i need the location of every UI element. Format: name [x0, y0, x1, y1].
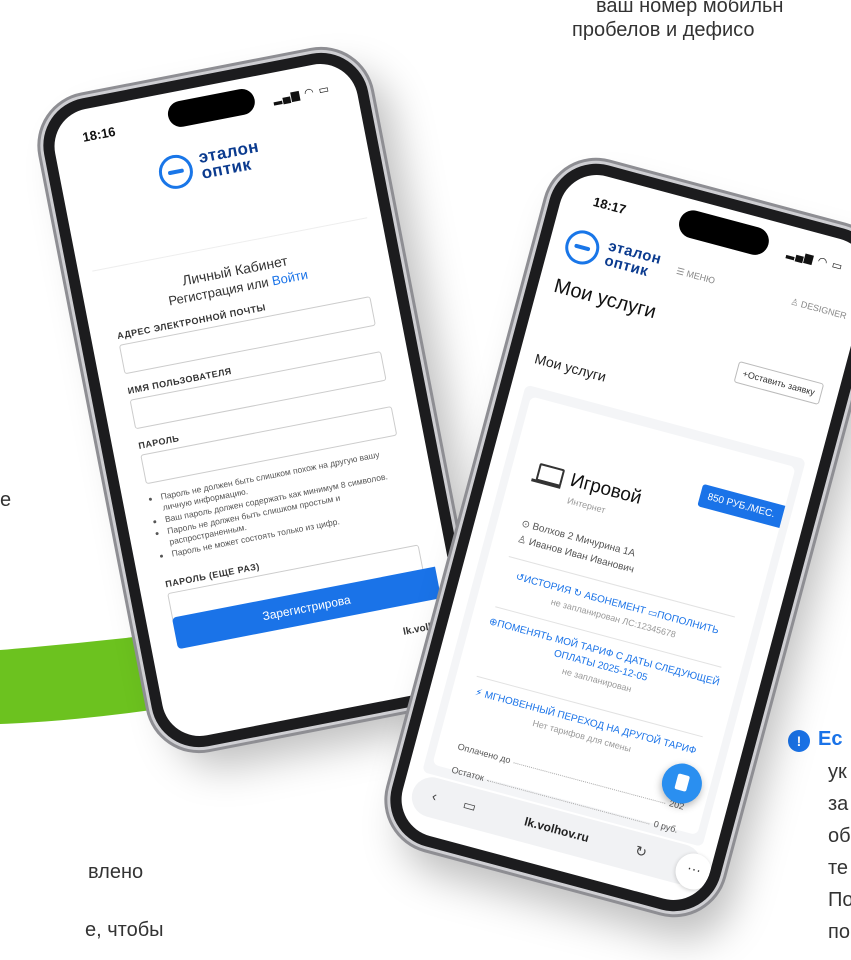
- logo-icon: [155, 151, 196, 192]
- logo-text: эталон оптик: [602, 237, 664, 281]
- bg-text-left-chtoby: е, чтобы: [85, 919, 164, 941]
- bg-text-top-2: пробелов и дефисо: [572, 19, 755, 41]
- leave-request-button[interactable]: +Оставить заявку: [733, 360, 825, 405]
- logo-icon: [561, 226, 604, 269]
- notice-line: те: [828, 857, 849, 879]
- logo-text: эталон оптик: [196, 136, 261, 183]
- registration-form: Личный Кабинет Регистрация или Войти АДР…: [92, 217, 451, 701]
- laptop-icon: [535, 462, 566, 488]
- user-button[interactable]: ♙ DESIGNER: [789, 296, 848, 322]
- status-time: 18:16: [81, 123, 117, 145]
- service-details: ⊙ Волхов 2 Мичурина 1А ♙ Иванов Иван Ива…: [515, 516, 639, 578]
- bg-text-top-1: ваш номер мобильн: [596, 0, 784, 17]
- status-time: 18:17: [591, 194, 628, 218]
- notice-title: Ес: [818, 728, 843, 750]
- menu-button[interactable]: ☰ МЕНЮ: [675, 266, 716, 287]
- price-badge: 850 РУБ./МЕС.: [696, 483, 786, 529]
- bg-text-left-e: е: [0, 489, 12, 511]
- bg-text-left-vleno: влено: [88, 861, 144, 883]
- service-card: 850 РУБ./МЕС. Игровой Интернет ⊙ Волхов …: [432, 396, 796, 836]
- status-icons: ▂▄▆ ◠ ▭: [272, 83, 332, 106]
- url-text: lk.volh: [402, 620, 436, 638]
- notice-line: за: [828, 793, 849, 815]
- section-title: Мои услуги: [532, 350, 608, 385]
- dynamic-island: [165, 86, 258, 130]
- notice-line: об: [828, 825, 851, 847]
- warning-icon: !: [788, 730, 810, 752]
- notice-line: ук: [828, 761, 847, 783]
- notice-line: по: [828, 921, 850, 943]
- notice-line: По: [828, 889, 851, 911]
- status-icons: ▂▄▆ ◠ ▭: [785, 246, 845, 274]
